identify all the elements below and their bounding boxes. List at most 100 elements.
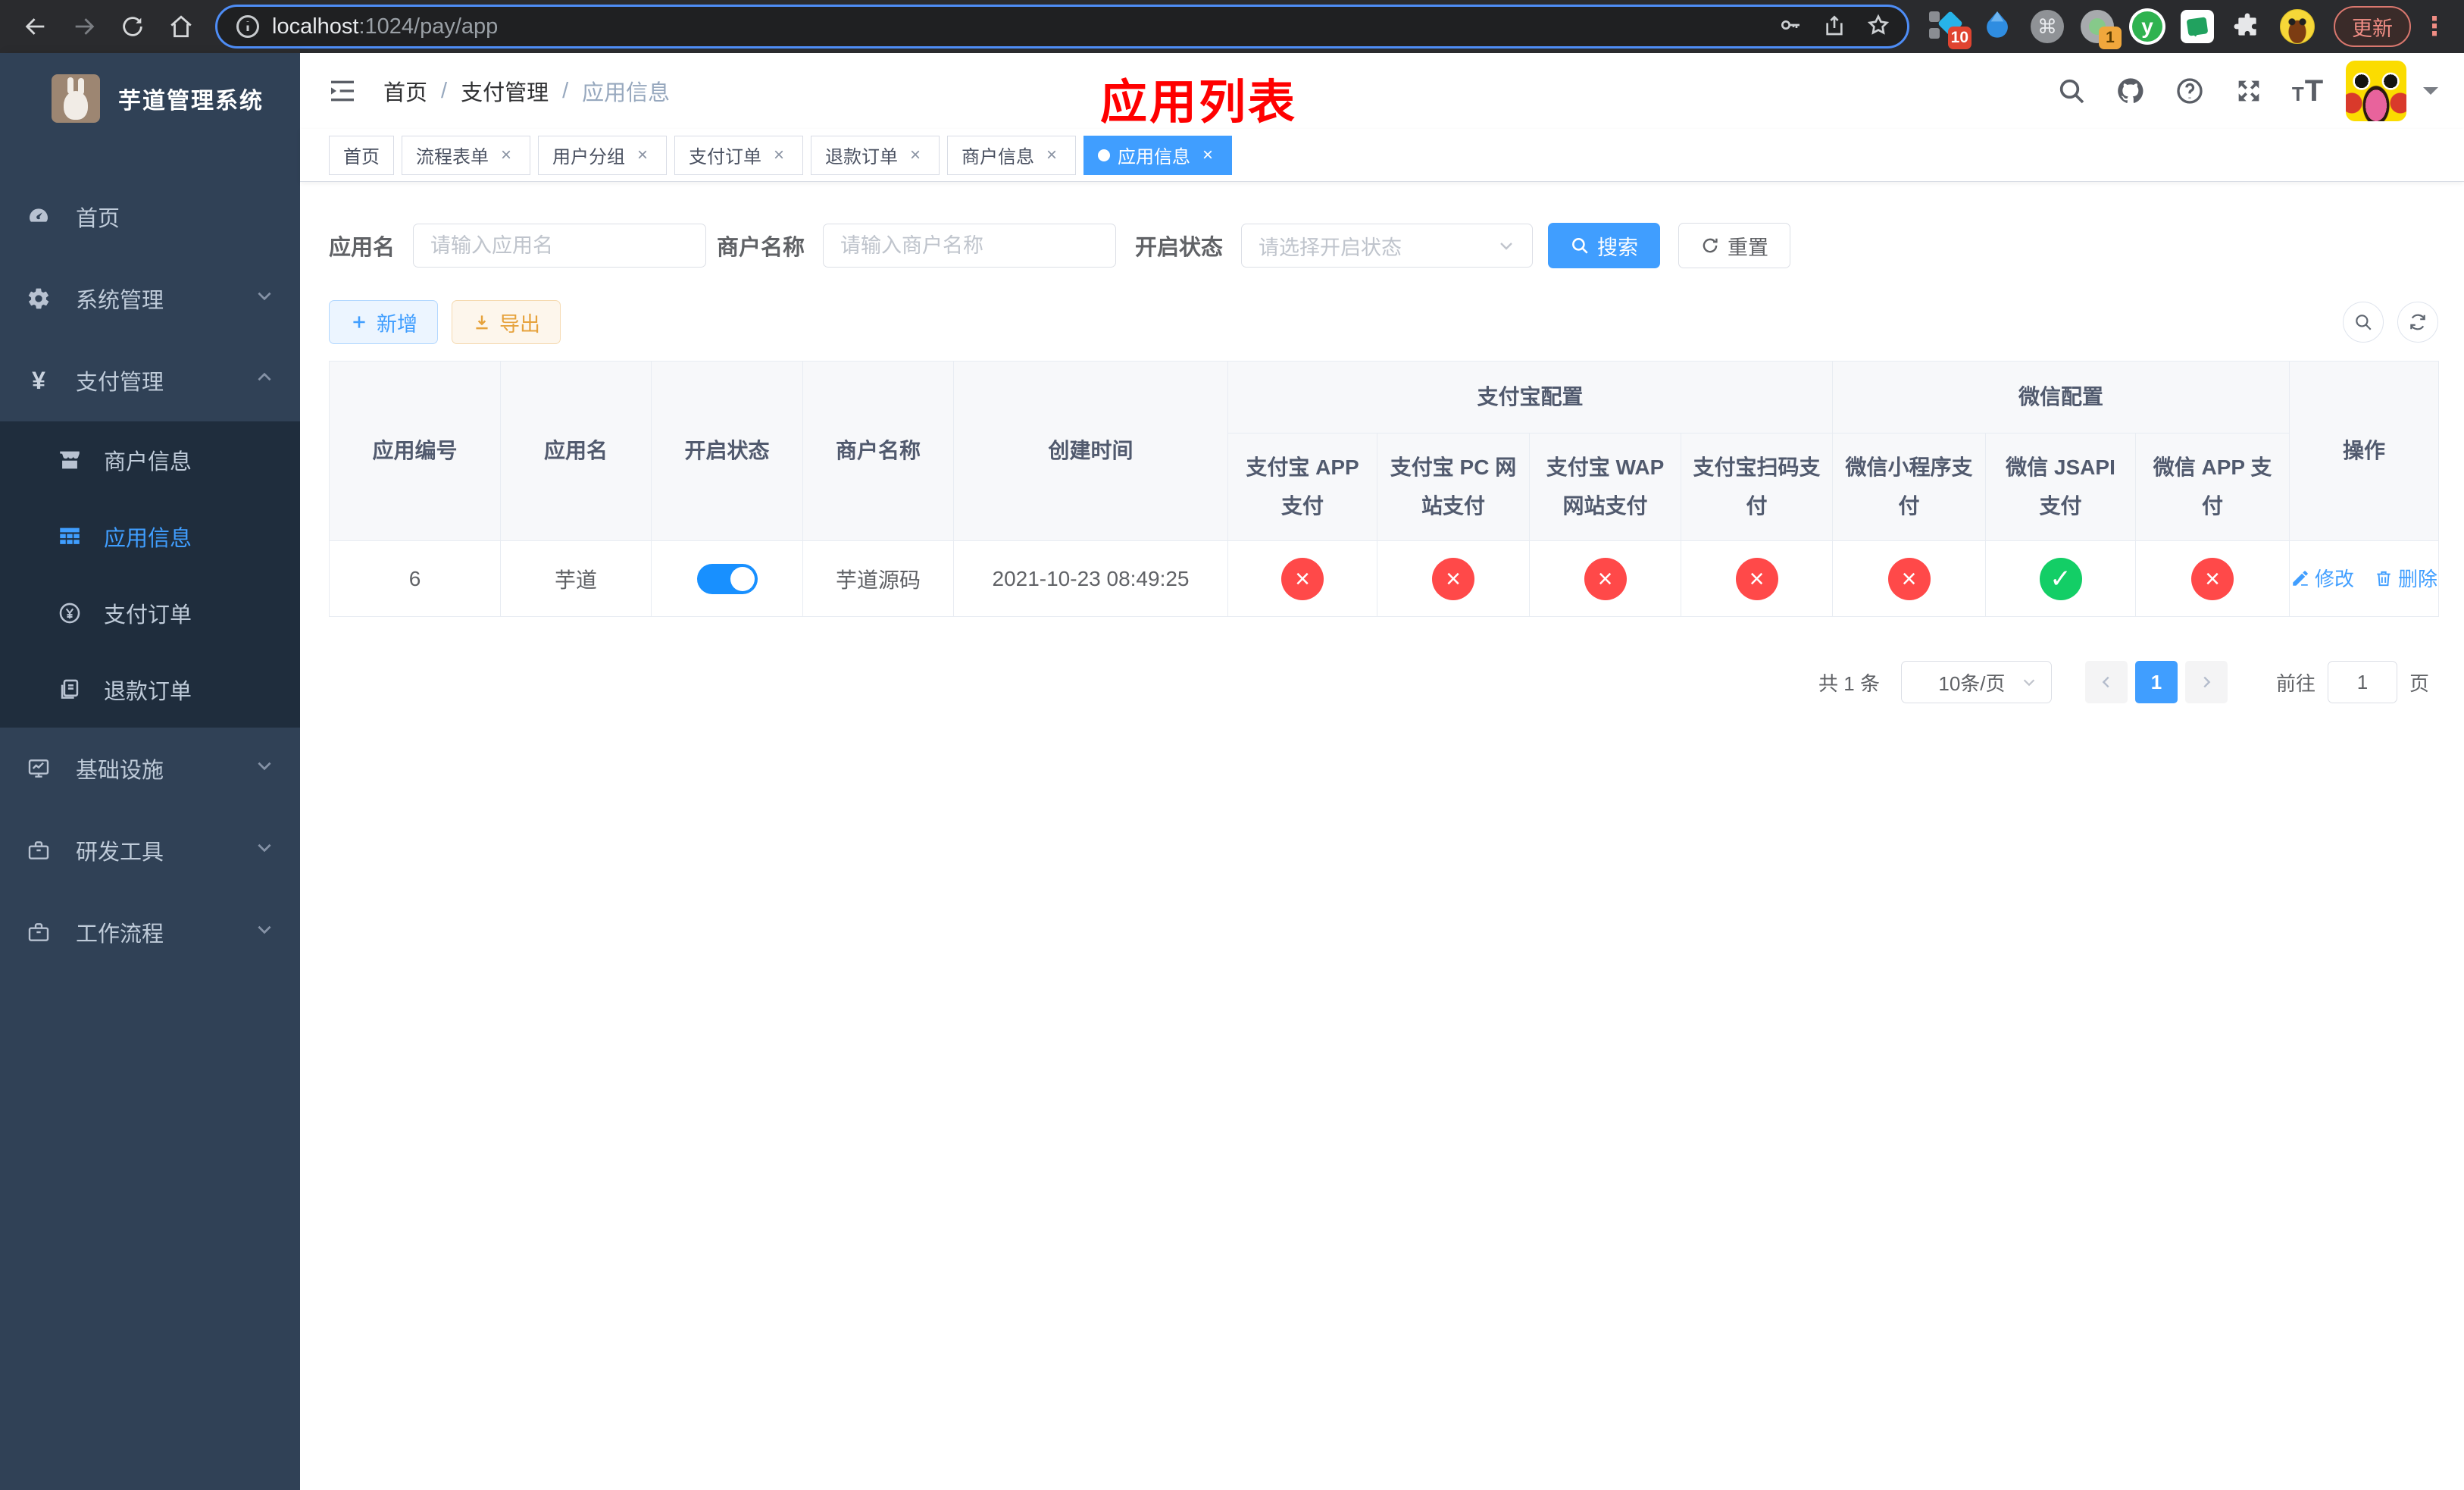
sidebar-item-app-info[interactable]: 应用信息: [0, 498, 300, 574]
trash-icon: [2377, 571, 2391, 586]
chevron-down-icon: [255, 756, 274, 781]
page-size-select[interactable]: 10条/页: [1900, 661, 2052, 703]
reload-icon[interactable]: [111, 5, 155, 49]
close-icon[interactable]: ×: [1042, 145, 1062, 165]
extension-gem-icon[interactable]: [1978, 7, 2017, 46]
breadcrumb: 首页 / 支付管理 / 应用信息: [383, 75, 670, 107]
search-button[interactable]: 搜索: [1548, 223, 1661, 268]
alipay-qr-status-icon: ×: [1735, 557, 1778, 600]
breadcrumb-current: 应用信息: [582, 81, 671, 105]
back-icon[interactable]: [14, 5, 58, 49]
tag-process-form[interactable]: 流程表单 ×: [402, 135, 530, 175]
bookmark-star-icon[interactable]: [1866, 13, 1890, 41]
table-row: 6 芋道 芋道源码 2021-10-23 08:49:25 × × × × ×: [329, 540, 2440, 617]
alipay-wap-status-icon: ×: [1584, 557, 1627, 600]
close-icon[interactable]: ×: [769, 145, 789, 165]
page-content: 应用名 商户名称 开启状态 请选择开启状态 搜索: [300, 182, 2464, 1490]
fullscreen-icon[interactable]: [2228, 70, 2270, 112]
chevron-left-icon: [2102, 676, 2109, 688]
site-info-icon[interactable]: [234, 13, 261, 40]
url-text: localhost:1024/pay/app: [272, 14, 499, 39]
sidebar-collapse-icon[interactable]: [326, 74, 359, 108]
prev-page-button[interactable]: [2084, 661, 2128, 703]
chrome-update-button[interactable]: 更新: [2334, 6, 2411, 47]
profile-avatar-icon[interactable]: [2278, 7, 2317, 46]
tag-home[interactable]: 首页: [329, 135, 394, 175]
tags-view: 首页 流程表单 × 用户分组 × 支付订单 × 退款订单 × 商户信息 × 应用…: [300, 129, 2464, 182]
enabled-switch[interactable]: [696, 563, 758, 594]
chevron-down-icon: [255, 919, 274, 945]
sidebar-item-workflow[interactable]: 工作流程: [0, 891, 300, 973]
tag-pay-orders[interactable]: 支付订单 ×: [674, 135, 803, 175]
chevron-right-icon: [2203, 676, 2211, 688]
breadcrumb-section[interactable]: 支付管理: [461, 75, 549, 107]
delete-link[interactable]: 删除: [2374, 564, 2437, 592]
total-count: 共 1 条: [1818, 671, 1880, 695]
extension-dimo-icon[interactable]: 10: [1928, 7, 1972, 49]
cell-app-name: 芋道: [500, 540, 652, 617]
extension-badge: 1: [2099, 27, 2122, 49]
page-number-1[interactable]: 1: [2134, 661, 2178, 703]
sidebar-item-home[interactable]: 首页: [0, 176, 300, 258]
browser-menu-icon[interactable]: ⋮: [2422, 11, 2447, 42]
documents-icon: [57, 677, 83, 703]
add-button[interactable]: 新增: [329, 300, 438, 344]
extensions-puzzle-icon[interactable]: [2228, 7, 2267, 46]
merchant-name-input[interactable]: [823, 224, 1117, 268]
sidebar-logo[interactable]: 芋道管理系统: [0, 53, 300, 144]
plus-icon: [353, 316, 365, 328]
sidebar-item-system[interactable]: 系统管理: [0, 258, 300, 340]
next-page-button[interactable]: [2184, 661, 2228, 703]
col-alipay-qr: 支付宝扫码支付: [1680, 433, 1834, 541]
forward-icon[interactable]: [62, 5, 106, 49]
tag-user-group[interactable]: 用户分组 ×: [538, 135, 667, 175]
breadcrumb-home[interactable]: 首页: [383, 75, 427, 107]
cell-merchant: 芋道源码: [802, 540, 954, 617]
close-icon[interactable]: ×: [905, 145, 925, 165]
refresh-table-button[interactable]: [2397, 302, 2438, 343]
cell-app-id: 6: [329, 540, 501, 617]
status-select[interactable]: 请选择开启状态: [1241, 224, 1534, 268]
font-size-icon[interactable]: TT: [2287, 70, 2329, 112]
tag-merchant-info[interactable]: 商户信息 ×: [947, 135, 1076, 175]
github-icon[interactable]: [2109, 70, 2152, 112]
goto-page-input[interactable]: [2327, 661, 2397, 703]
col-wechat-lite: 微信小程序支付: [1832, 433, 1987, 541]
share-icon[interactable]: [1822, 13, 1846, 41]
sidebar-item-infrastructure[interactable]: 基础设施: [0, 728, 300, 809]
extension-chat-icon[interactable]: [2178, 7, 2217, 46]
tag-refund-orders[interactable]: 退款订单 ×: [811, 135, 940, 175]
search-icon[interactable]: [2050, 70, 2093, 112]
reset-button[interactable]: 重置: [1678, 223, 1791, 268]
toggle-search-button[interactable]: [2343, 302, 2384, 343]
sidebar: 芋道管理系统 首页 系统管理 ¥ 支付管理 商户信息 应用信息 支付订单 退款订…: [0, 53, 300, 1490]
close-icon[interactable]: ×: [1198, 145, 1218, 165]
extension-recorder-icon[interactable]: 1: [2078, 7, 2122, 49]
col-wechat-jsapi: 微信 JSAPI 支付: [1985, 433, 2137, 541]
app-name-input[interactable]: [413, 224, 707, 268]
cell-created: 2021-10-23 08:49:25: [953, 540, 1228, 617]
sidebar-item-refund-orders[interactable]: 退款订单: [0, 651, 300, 728]
close-icon[interactable]: ×: [633, 145, 652, 165]
export-button[interactable]: 导出: [452, 300, 561, 344]
navbar: 首页 / 支付管理 / 应用信息 应用列表 TT: [300, 53, 2464, 129]
home-icon[interactable]: [159, 5, 203, 49]
edit-link[interactable]: 修改: [2290, 564, 2354, 592]
avatar-caret-icon[interactable]: [2423, 87, 2438, 102]
close-icon[interactable]: ×: [496, 145, 516, 165]
toolbox-icon: [26, 837, 52, 863]
status-label: 开启状态: [1135, 236, 1224, 260]
sidebar-item-pay-orders[interactable]: 支付订单: [0, 574, 300, 651]
url-bar[interactable]: localhost:1024/pay/app: [215, 5, 1909, 49]
help-icon[interactable]: [2169, 70, 2211, 112]
extension-y-icon[interactable]: y: [2128, 7, 2167, 46]
extension-command-icon[interactable]: ⌘: [2028, 7, 2067, 46]
sidebar-item-merchant-info[interactable]: 商户信息: [0, 421, 300, 498]
refresh-icon: [2410, 314, 2425, 330]
tag-app-info[interactable]: 应用信息 ×: [1083, 135, 1232, 175]
sidebar-item-payment[interactable]: ¥ 支付管理: [0, 340, 300, 421]
password-key-icon[interactable]: [1778, 13, 1803, 41]
app-table: 应用编号 应用名 开启状态 商户名称 创建时间 支付宝配置 微信配置 操作 支付…: [329, 361, 2440, 617]
user-avatar[interactable]: [2346, 61, 2406, 121]
sidebar-item-dev-tools[interactable]: 研发工具: [0, 809, 300, 891]
